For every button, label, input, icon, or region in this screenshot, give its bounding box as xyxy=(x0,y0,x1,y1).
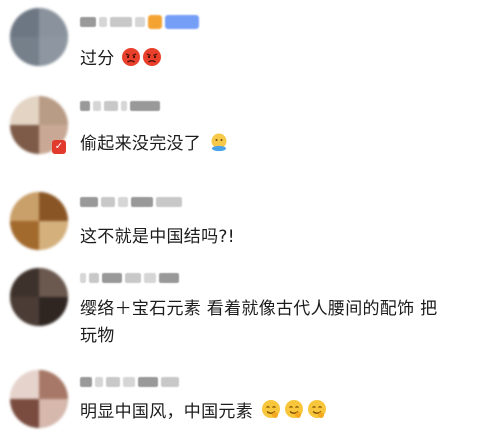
vip-badge xyxy=(165,15,199,29)
smiling-face-icon xyxy=(261,400,280,418)
comment-item: 缨络＋宝石元素 看着就像古代人腰间的配饰 把 玩物 xyxy=(0,264,500,364)
angry-face-icon xyxy=(143,48,162,66)
avatar[interactable] xyxy=(10,192,68,250)
avatar[interactable] xyxy=(10,8,68,66)
comment-text: 偷起来没完没了 xyxy=(80,131,470,158)
username[interactable] xyxy=(80,98,160,114)
avatar[interactable] xyxy=(10,370,68,428)
username[interactable] xyxy=(80,374,179,390)
comment-text: 过分 xyxy=(80,46,470,73)
comment-item: 明显中国风，中国元素 xyxy=(0,364,500,447)
angry-face-icon xyxy=(122,48,141,66)
comment-item: ✓ 偷起来没完没了 xyxy=(0,90,500,182)
smiling-face-icon xyxy=(284,400,303,418)
smiling-face-icon xyxy=(307,400,326,418)
comment-text: 明显中国风，中国元素 xyxy=(80,398,470,426)
username[interactable] xyxy=(80,194,182,210)
comment-item: 这不就是中国结吗?! xyxy=(0,182,500,264)
username[interactable] xyxy=(80,270,179,286)
verified-badge: ✓ xyxy=(52,140,66,154)
username[interactable] xyxy=(80,14,199,30)
comment-text-line: 缨络＋宝石元素 看着就像古代人腰间的配饰 把 xyxy=(80,299,438,319)
crown-icon xyxy=(148,15,162,29)
comment-item: 过分 xyxy=(0,0,500,90)
comment-text-line: 玩物 xyxy=(80,326,115,346)
comment-text: 这不就是中国结吗?! xyxy=(80,227,235,247)
thinking-face-icon xyxy=(211,133,227,152)
comment-text: 缨络＋宝石元素 看着就像古代人腰间的配饰 把 玩物 xyxy=(80,296,470,350)
avatar[interactable] xyxy=(10,268,68,326)
